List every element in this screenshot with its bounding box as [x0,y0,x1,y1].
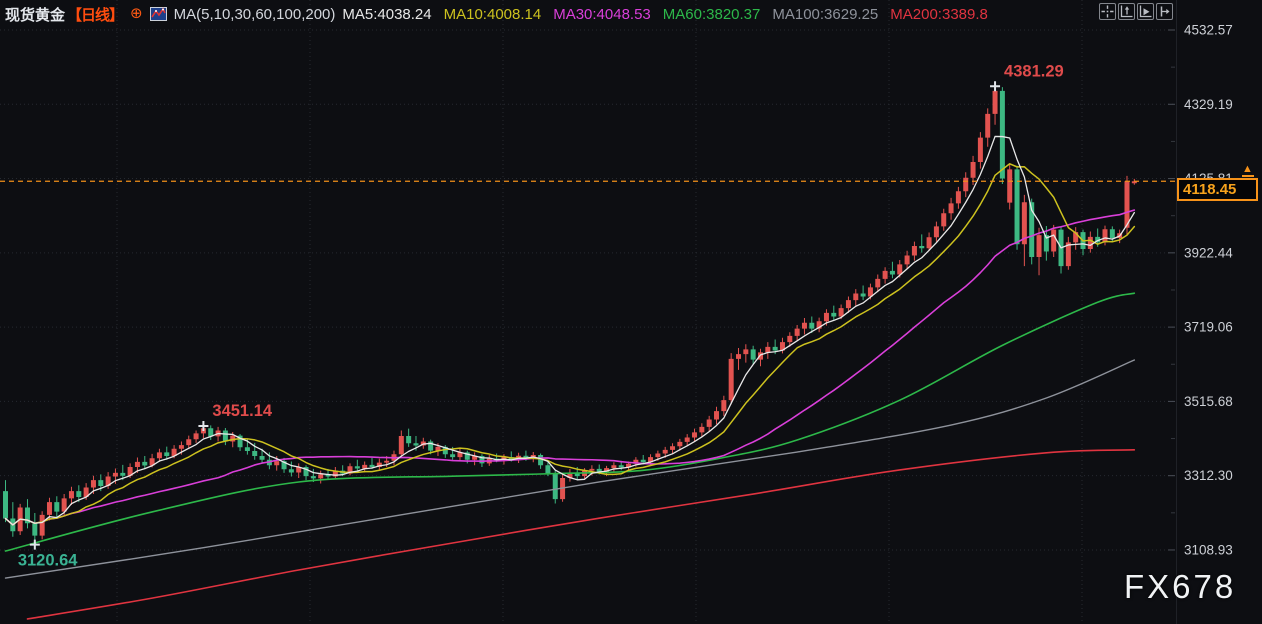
extreme-marker-cross [990,81,1000,91]
ma-value-ma30: MA30:4048.53 [553,6,651,23]
annotations-layer: 4381.29 3451.14 3120.64 [18,62,1064,569]
mini-chart-icon [150,7,167,21]
chart-toolbar [1099,3,1173,20]
crosshair-button[interactable] [1099,3,1116,20]
ma-value-ma200: MA200:3389.8 [890,6,988,23]
timeframe-label: 【日线】 [67,4,123,25]
ma-lines-layer [6,136,1135,619]
price-up-arrow-base [1242,175,1254,177]
extreme-marker-cross [198,421,208,431]
ma-value-ma5: MA5:4038.24 [342,6,431,23]
ma-value-ma10: MA10:4008.14 [444,6,542,23]
current-price-badge: 4118.45 [1177,178,1258,201]
ma-value-ma100: MA100:3629.25 [772,6,878,23]
ma-params-label: MA(5,10,30,60,100,200) [174,6,336,23]
price-annotation: 3120.64 [18,552,78,570]
price-up-arrow-icon: ▲ [1242,164,1253,175]
gold-chart-window: 4381.293451.143120.644532.574329.194125.… [0,0,1262,624]
candles-layer [3,85,1137,545]
scale-y-button[interactable] [1118,3,1135,20]
y-axis-label: 3108.93 [1184,542,1233,557]
symbol-title: 现货黄金 [5,4,65,25]
y-axis-label: 4329.19 [1184,97,1233,112]
go-to-latest-icon [1158,5,1171,18]
y-axis-label: 3719.06 [1184,320,1233,335]
scale-x-button[interactable] [1137,3,1154,20]
pan-right-button[interactable] [1156,3,1173,20]
y-axis-label: 4532.57 [1184,23,1233,38]
crosshair-icon [1101,5,1114,18]
down-candle-wicks [6,87,1113,546]
y-axis-label: 3312.30 [1184,468,1233,483]
y-axis-label: 3515.68 [1184,394,1233,409]
axis-zoom-vertical-icon [1120,5,1133,18]
watermark: FX678 [1124,568,1236,606]
expand-icon[interactable]: ⊕ [130,7,143,21]
axis-zoom-horizontal-icon [1139,5,1152,18]
ma-value-ma60: MA60:3820.37 [663,6,761,23]
price-annotation: 3451.14 [212,402,272,420]
y-axis-label: 3922.44 [1184,245,1233,260]
chart-header: 现货黄金【日线】 ⊕ MA(5,10,30,60,100,200) MA5:40… [5,3,988,25]
chart-canvas[interactable]: 4381.293451.143120.644532.574329.194125.… [0,0,1262,624]
y-axis[interactable]: 4532.574329.194125.813922.443719.063515.… [1168,23,1233,558]
price-annotation: 4381.29 [1004,62,1064,80]
ma-values: MA5:4038.24 MA10:4008.14 MA30:4048.53 MA60:… [342,6,987,23]
down-candle-bodies [3,91,1115,536]
